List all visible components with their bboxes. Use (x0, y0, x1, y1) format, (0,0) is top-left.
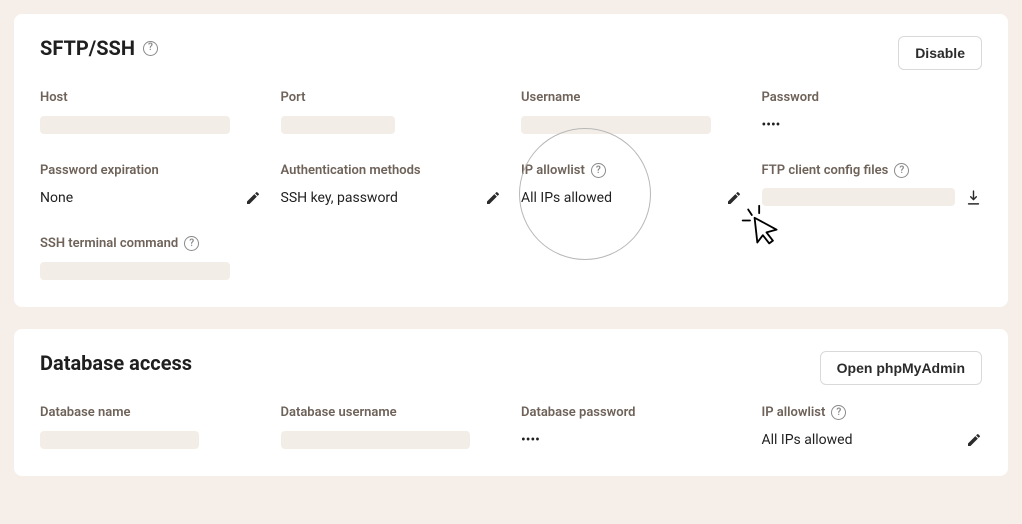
open-phpmyadmin-button[interactable]: Open phpMyAdmin (820, 351, 982, 385)
help-icon[interactable]: ? (184, 236, 199, 251)
db-ip-allowlist-label-text: IP allowlist (762, 405, 826, 420)
ip-allowlist-label-text: IP allowlist (521, 163, 585, 178)
db-name-field: Database name (40, 405, 261, 450)
port-field: Port (281, 90, 502, 135)
db-name-value-placeholder (40, 431, 199, 449)
password-expiration-label: Password expiration (40, 163, 261, 178)
auth-methods-field: Authentication methods SSH key, password (281, 163, 502, 208)
disable-button[interactable]: Disable (898, 36, 982, 70)
db-title-text: Database access (40, 351, 192, 375)
ssh-terminal-label-text: SSH terminal command (40, 236, 178, 251)
password-expiration-field: Password expiration None (40, 163, 261, 208)
db-username-label: Database username (281, 405, 502, 420)
edit-icon[interactable] (245, 190, 261, 206)
sftp-grid: Host Port Username Password •••• Passwor… (40, 90, 982, 281)
db-ip-allowlist-label: IP allowlist ? (762, 405, 983, 420)
username-field: Username (521, 90, 742, 135)
ftp-config-label: FTP client config files ? (762, 163, 983, 178)
db-ip-allowlist-value: All IPs allowed (762, 432, 967, 448)
host-value-placeholder (40, 116, 230, 134)
ftp-config-label-text: FTP client config files (762, 163, 889, 178)
sftp-title-text: SFTP/SSH (40, 36, 135, 60)
ip-allowlist-field: IP allowlist ? All IPs allowed (521, 163, 742, 208)
db-password-field: Database password •••• (521, 405, 742, 450)
auth-methods-label: Authentication methods (281, 163, 502, 178)
db-grid: Database name Database username Database… (40, 405, 982, 450)
help-icon[interactable]: ? (831, 405, 846, 420)
db-password-value: •••• (521, 432, 742, 448)
db-username-value-placeholder (281, 431, 471, 449)
db-card-title: Database access (40, 351, 192, 375)
db-username-field: Database username (281, 405, 502, 450)
ip-allowlist-label: IP allowlist ? (521, 163, 742, 178)
ftp-config-value-placeholder (762, 188, 956, 206)
help-icon[interactable]: ? (591, 163, 606, 178)
port-value-placeholder (281, 116, 396, 134)
help-icon[interactable]: ? (143, 41, 158, 56)
password-value: •••• (762, 117, 983, 133)
ssh-terminal-value-placeholder (40, 262, 230, 280)
help-icon[interactable]: ? (894, 163, 909, 178)
password-label: Password (762, 90, 983, 105)
edit-icon[interactable] (485, 190, 501, 206)
password-field: Password •••• (762, 90, 983, 135)
sftp-card-header: SFTP/SSH ? Disable (40, 36, 982, 70)
download-icon[interactable] (965, 189, 982, 206)
host-field: Host (40, 90, 261, 135)
db-name-label: Database name (40, 405, 261, 420)
username-value-placeholder (521, 116, 711, 134)
host-label: Host (40, 90, 261, 105)
auth-methods-value: SSH key, password (281, 190, 486, 206)
database-access-card: Database access Open phpMyAdmin Database… (14, 329, 1008, 476)
port-label: Port (281, 90, 502, 105)
ssh-terminal-label: SSH terminal command ? (40, 236, 261, 251)
edit-icon[interactable] (726, 190, 742, 206)
password-expiration-value: None (40, 190, 245, 206)
db-ip-allowlist-field: IP allowlist ? All IPs allowed (762, 405, 983, 450)
db-password-label: Database password (521, 405, 742, 420)
db-card-header: Database access Open phpMyAdmin (40, 351, 982, 385)
username-label: Username (521, 90, 742, 105)
sftp-card-title: SFTP/SSH ? (40, 36, 158, 60)
edit-icon[interactable] (966, 432, 982, 448)
ftp-config-field: FTP client config files ? (762, 163, 983, 208)
sftp-ssh-card: SFTP/SSH ? Disable Host Port Username Pa… (14, 14, 1008, 307)
ip-allowlist-value: All IPs allowed (521, 190, 726, 206)
ssh-terminal-field: SSH terminal command ? (40, 236, 261, 281)
